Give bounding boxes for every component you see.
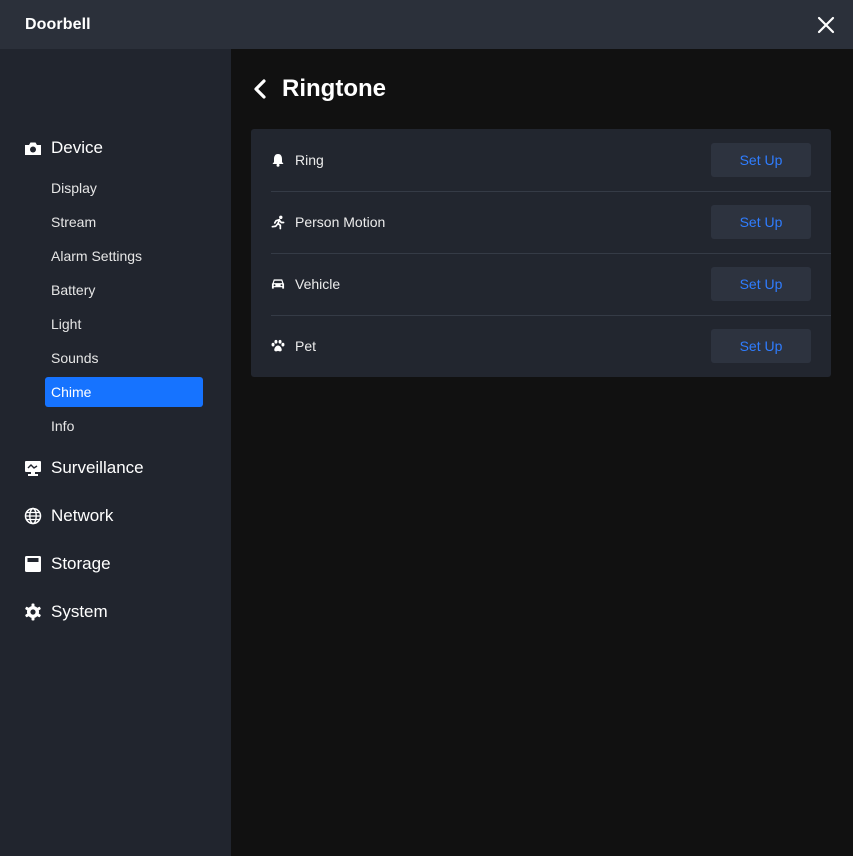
ringtone-list: Ring Set Up Person Motion Set Up Vehicle…	[251, 129, 831, 377]
back-button[interactable]	[253, 77, 273, 101]
main-panel: Ringtone Ring Set Up Person Motion Set U…	[231, 49, 853, 856]
ring-setup-button[interactable]: Set Up	[711, 143, 811, 177]
camera-icon	[24, 139, 42, 157]
list-item: Person Motion Set Up	[251, 191, 831, 253]
page-title: Ringtone	[282, 75, 386, 102]
pet-setup-button[interactable]: Set Up	[711, 329, 811, 363]
sidebar-section-label: Network	[51, 506, 114, 525]
globe-icon	[24, 507, 42, 525]
person-motion-setup-button[interactable]: Set Up	[711, 205, 811, 239]
row-label: Pet	[295, 338, 317, 354]
sidebar-item-battery[interactable]: Battery	[45, 275, 203, 305]
list-item: Vehicle Set Up	[251, 253, 831, 315]
running-person-icon	[271, 215, 285, 229]
title-bar: Doorbell	[0, 0, 853, 49]
sidebar: Device Display Stream Alarm Settings Bat…	[0, 49, 231, 856]
sidebar-item-alarm-settings[interactable]: Alarm Settings	[45, 241, 203, 271]
sidebar-item-light[interactable]: Light	[45, 309, 203, 339]
storage-icon	[24, 555, 42, 573]
sidebar-section-device[interactable]: Device	[24, 136, 103, 160]
close-button[interactable]	[815, 14, 837, 36]
row-label: Ring	[295, 152, 324, 168]
list-item: Pet Set Up	[251, 315, 831, 377]
list-item: Ring Set Up	[251, 129, 831, 191]
sidebar-item-stream[interactable]: Stream	[45, 207, 203, 237]
sidebar-item-info[interactable]: Info	[45, 411, 203, 441]
sidebar-section-label: Storage	[51, 554, 111, 573]
chevron-left-icon	[254, 79, 266, 99]
page-header: Ringtone	[253, 75, 386, 102]
close-icon	[817, 16, 835, 33]
sidebar-section-surveillance[interactable]: Surveillance	[24, 456, 144, 480]
sidebar-section-label: Device	[51, 138, 103, 157]
gear-icon	[24, 603, 42, 621]
paw-icon	[271, 339, 285, 353]
sidebar-section-system[interactable]: System	[24, 600, 108, 624]
sidebar-item-chime[interactable]: Chime	[45, 377, 203, 407]
sidebar-section-network[interactable]: Network	[24, 504, 113, 528]
vehicle-setup-button[interactable]: Set Up	[711, 267, 811, 301]
row-label: Person Motion	[295, 214, 386, 230]
sidebar-section-storage[interactable]: Storage	[24, 552, 111, 576]
bell-icon	[271, 153, 285, 167]
sidebar-item-sounds[interactable]: Sounds	[45, 343, 203, 373]
sidebar-section-label: Surveillance	[51, 458, 144, 477]
window-title: Doorbell	[25, 15, 91, 33]
sidebar-section-label: System	[51, 602, 108, 621]
monitor-icon	[24, 459, 42, 477]
car-icon	[271, 277, 285, 291]
sidebar-item-display[interactable]: Display	[45, 173, 203, 203]
row-label: Vehicle	[295, 276, 341, 292]
